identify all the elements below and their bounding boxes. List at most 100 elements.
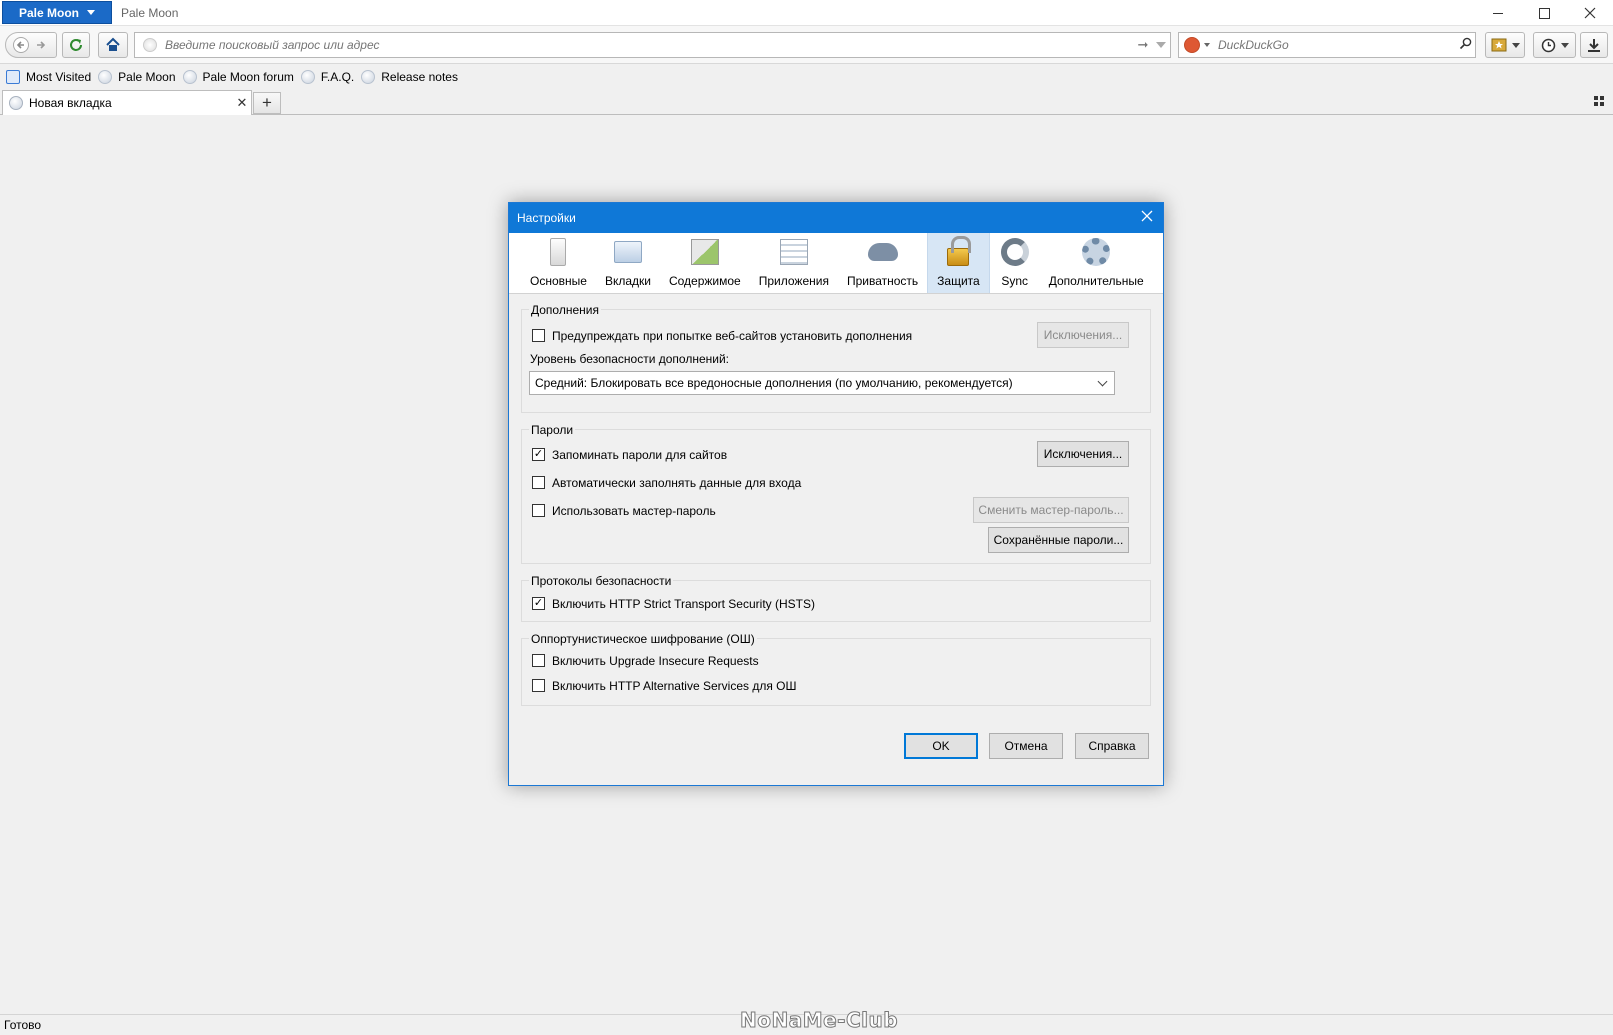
duckduckgo-icon[interactable]: [1184, 37, 1200, 53]
saved-passwords-button[interactable]: Сохранённые пароли...: [988, 527, 1129, 553]
app-menu-label: Pale Moon: [18, 5, 79, 20]
chevron-down-icon: [1511, 42, 1520, 48]
master-password-checkbox[interactable]: [532, 504, 545, 517]
autofill-checkbox[interactable]: [532, 476, 545, 489]
group-legend: Пароли: [529, 423, 576, 437]
tab-tabs[interactable]: Вкладки: [596, 233, 660, 293]
security-pane: Дополнения Предупреждать при попытке веб…: [509, 294, 1163, 706]
tab-general[interactable]: Основные: [521, 233, 596, 293]
tab-advanced[interactable]: Дополнительные: [1040, 233, 1153, 293]
addons-group: Дополнения Предупреждать при попытке веб…: [521, 303, 1151, 413]
security-protocols-group: Протоколы безопасности ✓ Включить HTTP S…: [521, 574, 1151, 622]
checkbox-label: Включить HTTP Alternative Services для О…: [552, 678, 797, 693]
warn-addons-row: Предупреждать при попытке веб-сайтов уст…: [522, 322, 1150, 349]
alt-services-checkbox[interactable]: [532, 679, 545, 692]
chevron-down-icon: [87, 10, 95, 15]
back-arrow-icon: [13, 37, 29, 53]
group-legend: Протоколы безопасности: [529, 574, 674, 588]
close-icon: [1141, 210, 1153, 222]
tab-security[interactable]: Защита: [927, 233, 990, 293]
remember-passwords-checkbox[interactable]: ✓: [532, 448, 545, 461]
minimize-button[interactable]: [1475, 0, 1521, 26]
checkbox-label: Использовать мастер-пароль: [552, 503, 716, 518]
cancel-button[interactable]: Отмена: [989, 733, 1063, 759]
bookmark-label: Pale Moon forum: [202, 70, 294, 84]
tab-sync[interactable]: Sync: [990, 233, 1040, 293]
tab-new-tab[interactable]: Новая вкладка ✕: [2, 90, 252, 115]
bookmark-pale-moon[interactable]: Pale Moon: [98, 70, 176, 84]
bookmark-most-visited[interactable]: Most Visited: [6, 70, 91, 84]
back-button[interactable]: [11, 35, 31, 55]
history-button[interactable]: [1533, 32, 1576, 58]
search-input[interactable]: [1218, 38, 1455, 52]
autofill-row: Автоматически заполнять данные для входа: [522, 469, 1150, 496]
bookmark-faq[interactable]: F.A.Q.: [300, 70, 354, 84]
dialog-title: Настройки: [517, 211, 576, 225]
passwords-group: Пароли ✓ Запоминать пароли для сайтов Ис…: [521, 423, 1151, 564]
home-button[interactable]: [98, 32, 128, 58]
dialog-titlebar: Настройки: [509, 203, 1163, 233]
home-icon: [106, 37, 120, 51]
password-exceptions-button[interactable]: Исключения...: [1037, 441, 1129, 467]
addon-security-level-select[interactable]: Средний: Блокировать все вредоносные доп…: [529, 371, 1115, 395]
bookmarks-toolbar: Most Visited Pale Moon Pale Moon forum F…: [0, 65, 1613, 89]
ok-button[interactable]: OK: [904, 733, 978, 759]
padlock-icon: [942, 236, 974, 268]
addons-exceptions-button[interactable]: Исключения...: [1037, 322, 1129, 348]
dialog-buttons: OK Отмена Справка: [509, 733, 1163, 763]
go-arrow-icon[interactable]: ➞: [1134, 37, 1152, 53]
dialog-close-button[interactable]: [1137, 208, 1157, 228]
forward-button[interactable]: [31, 35, 51, 55]
bookmark-release-notes[interactable]: Release notes: [361, 70, 458, 84]
search-icon[interactable]: [1455, 37, 1475, 53]
checkbox-label: Включить HTTP Strict Transport Security …: [552, 596, 815, 611]
app-menu-button[interactable]: Pale Moon: [2, 1, 112, 24]
bookmarks-menu-button[interactable]: [1485, 32, 1525, 58]
bookmark-label: Pale Moon: [118, 70, 176, 84]
tab-content[interactable]: Содержимое: [660, 233, 750, 293]
url-input[interactable]: [165, 38, 1134, 52]
hsts-checkbox[interactable]: ✓: [532, 597, 545, 610]
site-identity-icon[interactable]: [143, 38, 157, 52]
tab-label: Приватность: [846, 274, 919, 288]
close-icon: [1584, 7, 1596, 19]
tab-label: Основные: [530, 274, 587, 288]
reload-icon: [70, 39, 82, 51]
globe-icon: [98, 70, 113, 84]
watermark-text: NoNaMe-Club: [739, 1008, 899, 1033]
globe-icon: [361, 70, 376, 84]
group-legend: Дополнения: [529, 303, 601, 317]
new-tab-button[interactable]: +: [253, 92, 281, 114]
plus-icon: +: [262, 93, 272, 112]
globe-icon: [300, 70, 315, 84]
change-master-password-button[interactable]: Сменить мастер-пароль...: [973, 497, 1129, 523]
warn-addons-checkbox[interactable]: [532, 329, 545, 342]
dialog-pane-tabs: Основные Вкладки Содержимое Приложения П…: [509, 233, 1163, 294]
close-tab-icon[interactable]: ✕: [233, 95, 251, 111]
upgrade-insecure-row: Включить Upgrade Insecure Requests: [522, 648, 1150, 673]
tab-label: Приложения: [758, 274, 829, 288]
help-button[interactable]: Справка: [1075, 733, 1149, 759]
tab-privacy[interactable]: Приватность: [838, 233, 927, 293]
all-tabs-grid-icon[interactable]: [1594, 96, 1604, 106]
bookmark-label: Release notes: [381, 70, 458, 84]
url-bar[interactable]: ➞: [134, 32, 1171, 58]
bookmark-star-icon: [1491, 38, 1506, 52]
upgrade-insecure-checkbox[interactable]: [532, 654, 545, 667]
close-window-button[interactable]: [1567, 0, 1613, 26]
forward-arrow-icon: [37, 41, 46, 49]
bookmark-pale-moon-forum[interactable]: Pale Moon forum: [182, 70, 294, 84]
downloads-button[interactable]: [1580, 32, 1608, 58]
search-bar[interactable]: [1178, 32, 1476, 58]
tab-applications[interactable]: Приложения: [750, 233, 838, 293]
history-dropdown-icon[interactable]: [1152, 42, 1170, 48]
privacy-mask-icon: [867, 236, 899, 268]
clock-icon: [1541, 38, 1555, 52]
bookmark-label: Most Visited: [26, 70, 92, 84]
tabs-folder-icon: [612, 236, 644, 268]
maximize-button[interactable]: [1521, 0, 1567, 26]
reload-button[interactable]: [62, 32, 90, 58]
window-titlebar: Pale Moon Pale Moon: [0, 0, 1613, 26]
tab-label: Новая вкладка: [29, 96, 112, 110]
tab-label: Вкладки: [604, 274, 651, 288]
